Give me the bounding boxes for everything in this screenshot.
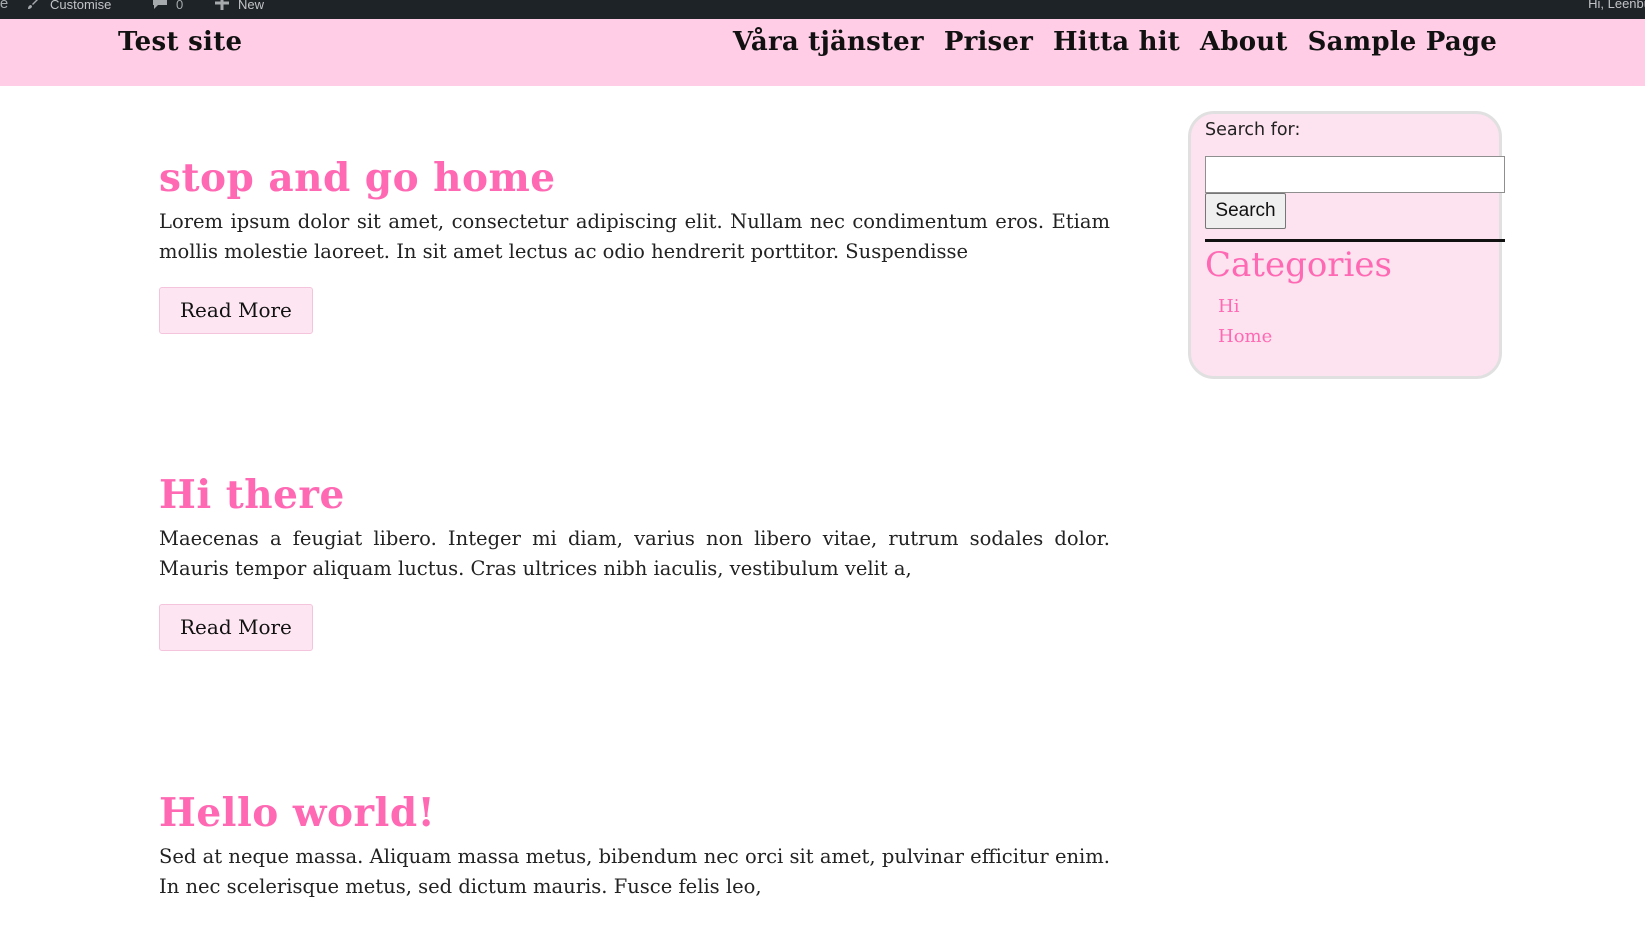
category-link-hi[interactable]: Hi — [1218, 296, 1239, 317]
admin-bar-new[interactable]: New — [214, 0, 264, 12]
categories-list: Hi Home — [1218, 292, 1272, 352]
admin-bar-comments[interactable]: 0 — [152, 0, 183, 12]
nav-item-priser[interactable]: Priser — [944, 27, 1033, 57]
post-item: Hi there Maecenas a feugiat libero. Inte… — [159, 472, 1110, 651]
search-button[interactable]: Search — [1205, 193, 1286, 229]
admin-bar: e Customise 0 New Hi, Leenbu — [0, 0, 1645, 19]
admin-bar-customise[interactable]: Customise — [26, 0, 111, 12]
nav-item-hitta-hit[interactable]: Hitta hit — [1053, 27, 1180, 57]
post-excerpt: Sed at neque massa. Aliquam massa metus,… — [159, 845, 1110, 898]
nav-item-sample-page[interactable]: Sample Page — [1308, 27, 1497, 57]
admin-bar-new-label: New — [238, 0, 265, 12]
search-input[interactable] — [1205, 156, 1505, 193]
main-navigation: Våra tjänster Priser Hitta hit About Sam… — [733, 27, 1497, 57]
category-link-home[interactable]: Home — [1218, 326, 1272, 347]
admin-bar-partial-item[interactable]: e — [0, 0, 12, 12]
post-item: Hello world! Sed at neque massa. Aliquam… — [159, 790, 1110, 902]
admin-bar-comments-count: 0 — [176, 0, 184, 12]
admin-bar-greeting: Hi, Leenbu — [1588, 0, 1645, 11]
list-item: Hi — [1218, 292, 1272, 322]
categories-title: Categories — [1205, 245, 1392, 285]
nav-item-about[interactable]: About — [1200, 27, 1288, 57]
comment-bubble-icon — [152, 0, 168, 12]
paintbrush-icon — [26, 0, 42, 12]
post-excerpt: Maecenas a feugiat libero. Integer mi di… — [159, 527, 1110, 580]
post-title[interactable]: Hi there — [159, 472, 1110, 518]
admin-bar-account[interactable]: Hi, Leenbu — [1588, 0, 1645, 11]
search-label: Search for: — [1205, 120, 1301, 140]
post-title[interactable]: Hello world! — [159, 790, 1110, 836]
post-item: stop and go home Lorem ipsum dolor sit a… — [159, 155, 1110, 334]
list-item: Home — [1218, 322, 1272, 352]
nav-item-vara-tjanster[interactable]: Våra tjänster — [733, 27, 924, 57]
site-title-link[interactable]: Test site — [118, 27, 242, 57]
admin-bar-customise-label: Customise — [50, 0, 112, 12]
post-excerpt: Lorem ipsum dolor sit amet, consectetur … — [159, 210, 1110, 263]
plus-icon — [214, 0, 230, 12]
post-title[interactable]: stop and go home — [159, 155, 1110, 201]
edge-icon: e — [0, 0, 9, 12]
read-more-button[interactable]: Read More — [159, 287, 313, 334]
read-more-button[interactable]: Read More — [159, 604, 313, 651]
site-header: Test site Våra tjänster Priser Hitta hit… — [0, 19, 1645, 86]
sidebar-widget-area: Search for: Search Categories Hi Home — [1188, 111, 1505, 379]
